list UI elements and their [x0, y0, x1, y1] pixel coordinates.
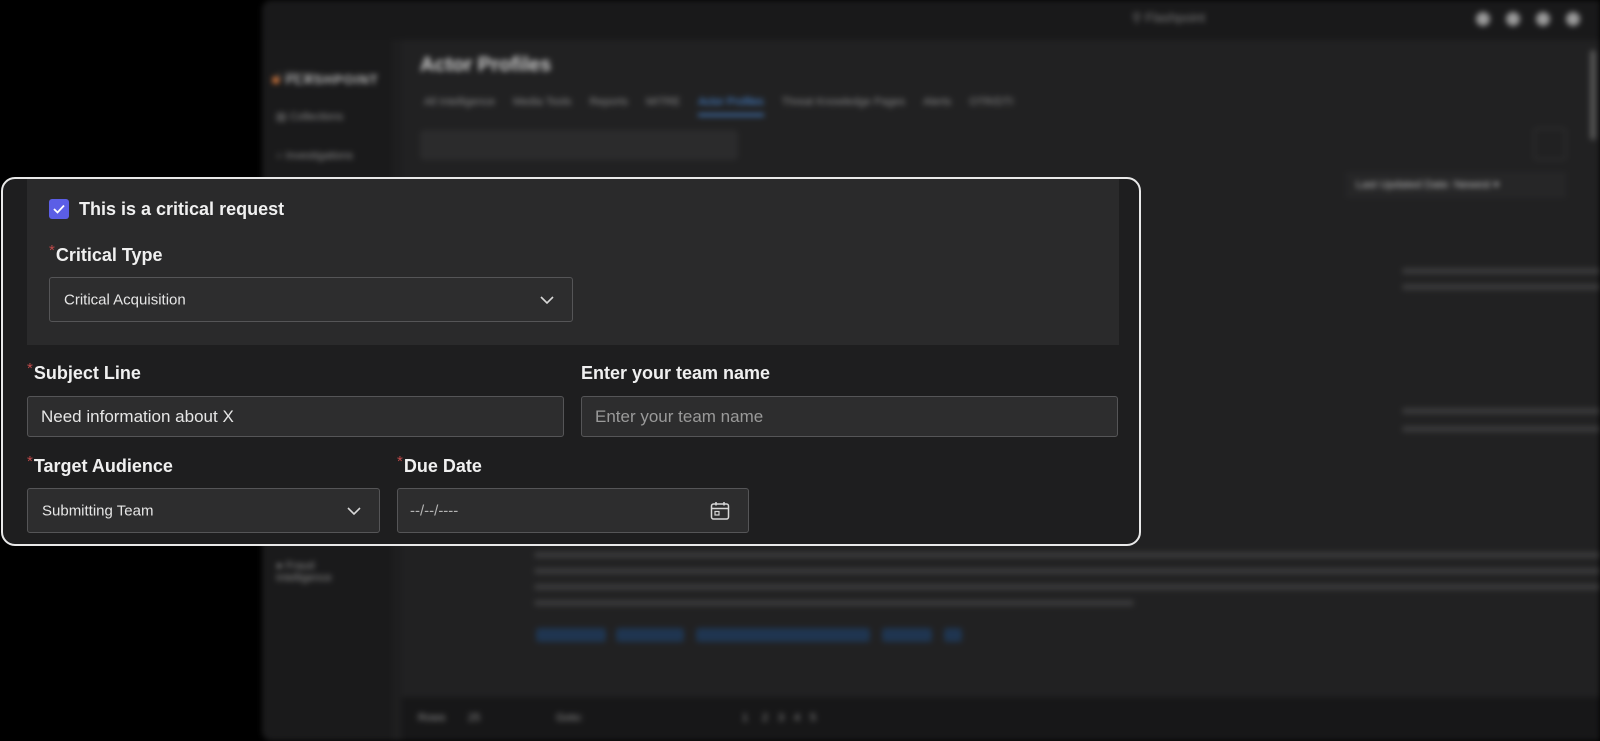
sidebar-item-label: Collections [289, 111, 344, 123]
top-bar: ⚲ Flashpoint [262, 0, 1600, 40]
due-date-input[interactable]: --/--/---- [397, 488, 749, 533]
tab-otr-dti[interactable]: OTR/DTI [969, 96, 1013, 116]
due-date-label: *Due Date [397, 453, 482, 477]
rows-label: Rows [418, 712, 446, 724]
sidebar-item-label: Investigations [285, 150, 353, 162]
chevron-down-icon [347, 506, 361, 515]
team-name-label: Enter your team name [581, 363, 771, 383]
text-line [534, 584, 1600, 590]
sidebar-item-fraud-intelligence[interactable]: ● Fraud Intelligence [276, 560, 366, 584]
scrollbar[interactable] [1590, 50, 1596, 140]
required-marker: * [397, 453, 403, 470]
global-search-text: Flashpoint [1145, 10, 1206, 25]
notifications-icon[interactable] [1506, 12, 1520, 26]
page-4[interactable]: 4 [794, 712, 800, 724]
required-marker: * [27, 453, 33, 470]
text-line [534, 552, 1600, 558]
tab-actor-profiles[interactable]: Actor Profiles [698, 96, 764, 116]
page-title: Actor Profiles [420, 54, 552, 76]
target-audience-label: *Target Audience [27, 453, 173, 477]
global-search[interactable]: ⚲ Flashpoint [1132, 10, 1432, 30]
calendar-icon[interactable] [710, 501, 730, 521]
critical-request-checkbox[interactable] [49, 199, 69, 219]
tab-reports[interactable]: Reports [589, 96, 628, 116]
goto-label: Goto: [556, 712, 583, 724]
text-line [534, 568, 1600, 574]
filter-button[interactable] [1534, 128, 1566, 160]
profile-search-input[interactable] [420, 130, 738, 160]
page-1[interactable]: 1 [742, 712, 748, 724]
subject-line-input[interactable] [27, 396, 564, 437]
sidebar-item-label: Fraud Intelligence [276, 560, 332, 584]
text-line [534, 600, 1134, 606]
text-line [1402, 408, 1600, 414]
page-2[interactable]: 2 [762, 712, 768, 724]
sidebar-item-label: Home [285, 70, 316, 82]
page-3[interactable]: 3 [778, 712, 784, 724]
chevron-down-icon [540, 295, 554, 304]
critical-section: This is a critical request *Critical Typ… [27, 179, 1119, 345]
page-5[interactable]: 5 [810, 712, 816, 724]
tab-threat-knowledge-pages[interactable]: Threat Knowledge Pages [782, 96, 906, 116]
required-marker: * [49, 242, 55, 259]
text-line [1402, 426, 1600, 432]
sidebar-item-home[interactable]: ⌂ Home [276, 70, 315, 82]
critical-type-select[interactable]: Critical Acquisition [49, 277, 573, 322]
rows-select[interactable]: 25 [468, 712, 480, 724]
user-icon[interactable] [1536, 12, 1550, 26]
sidebar-item-investigations[interactable]: ○ Investigations [276, 150, 353, 162]
due-date-placeholder: --/--/---- [410, 502, 459, 519]
critical-request-form: This is a critical request *Critical Typ… [1, 177, 1141, 546]
check-icon [53, 204, 65, 214]
tag-chip[interactable] [696, 628, 870, 642]
required-marker: * [27, 360, 33, 377]
tag-chip[interactable] [944, 628, 962, 642]
tab-mitre[interactable]: MITRE [646, 96, 680, 116]
top-icons [1476, 12, 1580, 26]
critical-type-label-text: Critical Type [55, 245, 163, 265]
due-date-label-text: Due Date [403, 456, 482, 476]
subject-line-label: *Subject Line [27, 360, 141, 384]
team-name-input[interactable] [581, 396, 1118, 437]
sidebar-item-collections[interactable]: ▤ Collections [276, 110, 343, 123]
critical-request-label: This is a critical request [79, 199, 285, 219]
critical-type-value: Critical Acquisition [64, 291, 186, 308]
target-audience-value: Submitting Team [42, 502, 154, 519]
sort-dropdown[interactable]: Last Updated Date: Newest ▾ [1346, 172, 1566, 198]
tab-alerts[interactable]: Alerts [923, 96, 951, 116]
tag-chip[interactable] [882, 628, 932, 642]
tag-chip[interactable] [616, 628, 684, 642]
tab-media-tools[interactable]: Media Tools [513, 96, 572, 116]
text-line [1402, 284, 1600, 290]
apps-icon[interactable] [1566, 12, 1580, 26]
tab-all-intelligence[interactable]: All Intelligence [424, 96, 495, 116]
pagination-bar: Rows 25 Goto: 1 2 3 4 5 [402, 697, 1600, 741]
target-audience-label-text: Target Audience [33, 456, 173, 476]
target-audience-select[interactable]: Submitting Team [27, 488, 380, 533]
tab-bar: All Intelligence Media Tools Reports MIT… [424, 96, 1013, 116]
subject-line-label-text: Subject Line [33, 363, 141, 383]
tag-chip[interactable] [536, 628, 606, 642]
help-icon[interactable] [1476, 12, 1490, 26]
critical-type-label: *Critical Type [49, 242, 163, 266]
text-line [1402, 268, 1600, 274]
